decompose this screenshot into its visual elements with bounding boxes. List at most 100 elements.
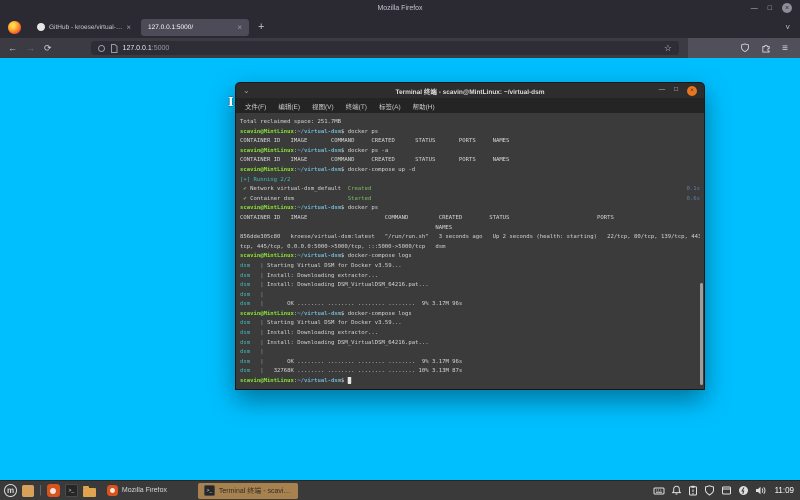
terminal-line: dsm | Starting Virtual DSM for Docker v3… bbox=[240, 320, 402, 327]
ibeam-mouse-cursor: I bbox=[228, 95, 234, 109]
terminal-line: dsm | bbox=[240, 291, 264, 298]
files-launcher-icon[interactable] bbox=[82, 485, 96, 497]
terminal-line: scavin@MintLinux:~/virtual-dsm$ docker p… bbox=[240, 205, 379, 212]
menu-terminal[interactable]: 终端(T) bbox=[346, 101, 367, 111]
terminal-line: ✔ Container dsm Started 0.6s bbox=[240, 195, 700, 202]
page-icon bbox=[110, 43, 118, 53]
terminal-titlebar[interactable]: ⌄ Terminal 终端 - scavin@MintLinux: ~/virt… bbox=[236, 83, 704, 98]
maximize-button[interactable]: □ bbox=[674, 87, 678, 94]
terminal-line: dsm | Install: Downloading extractor... bbox=[240, 272, 379, 279]
url-port: :5000 bbox=[151, 44, 170, 52]
menu-icon[interactable]: ≡ bbox=[782, 43, 788, 54]
tab-label: GitHub - kroese/virtual-dsm bbox=[49, 23, 123, 31]
url-host: 127.0.0.1 bbox=[122, 44, 152, 52]
terminal-line: dsm | Install: Downloading extractor... bbox=[240, 330, 379, 337]
volume-speaker-icon[interactable] bbox=[755, 485, 767, 496]
url-bar[interactable]: 127.0.0.1:5000 ☆ bbox=[90, 41, 679, 55]
taskbar-separator: | bbox=[39, 484, 42, 496]
menu-help[interactable]: 帮助(H) bbox=[413, 101, 435, 111]
terminal-menu-bar: 文件(F) 编辑(E) 视图(V) 终端(T) 标签(A) 帮助(H) bbox=[236, 98, 704, 113]
forward-icon[interactable]: → bbox=[26, 43, 35, 53]
taskbar-window-firefox[interactable]: Mozilla Firefox bbox=[101, 483, 193, 499]
terminal-line: dsm | Install: Downloading DSM_VirtualDS… bbox=[240, 339, 429, 346]
keyboard-input-icon[interactable] bbox=[653, 485, 665, 496]
firefox-logo-icon bbox=[8, 20, 21, 34]
tab-label: 127.0.0.1:5000/ bbox=[148, 23, 194, 31]
terminal-line: dsm | OK ........ ........ ........ ....… bbox=[240, 358, 463, 365]
terminal-window[interactable]: ⌄ Terminal 终端 - scavin@MintLinux: ~/virt… bbox=[235, 82, 705, 390]
desktop-screen: Mozilla Firefox — □ × GitHub - kroese/vi… bbox=[0, 0, 800, 500]
maximize-button[interactable]: □ bbox=[768, 5, 772, 12]
update-clipboard-icon[interactable] bbox=[688, 485, 698, 496]
terminal-scrollbar[interactable] bbox=[700, 283, 703, 385]
terminal-line: 856dde305c80 kroese/virtual-dsm:latest "… bbox=[240, 234, 700, 241]
terminal-line: dsm | Install: Downloading DSM_VirtualDS… bbox=[240, 282, 429, 289]
tab-localhost[interactable]: 127.0.0.1:5000/ × bbox=[141, 18, 249, 36]
terminal-line: dsm | bbox=[240, 349, 264, 356]
firefox-launcher-icon[interactable] bbox=[46, 484, 60, 497]
menu-edit[interactable]: 编辑(E) bbox=[278, 101, 300, 111]
terminal-window-icon: >_ bbox=[203, 485, 215, 496]
terminal-window-title: Terminal 终端 - scavin@MintLinux: ~/virtua… bbox=[395, 88, 545, 96]
taskbar-window-label: Mozilla Firefox bbox=[121, 487, 167, 494]
url-text[interactable]: 127.0.0.1:5000 bbox=[123, 45, 170, 52]
bookmark-star-icon[interactable]: ☆ bbox=[664, 43, 672, 54]
menu-tabs[interactable]: 标签(A) bbox=[379, 101, 401, 111]
new-tab-button[interactable]: + bbox=[258, 21, 264, 33]
desktop-area: ⌄ Terminal 终端 - scavin@MintLinux: ~/virt… bbox=[0, 58, 800, 480]
taskbar-window-terminal[interactable]: >_ Terminal 终端 - scavin@Mi... bbox=[197, 482, 298, 499]
reload-icon[interactable]: ⟳ bbox=[44, 43, 52, 53]
terminal-line: CONTAINER ID IMAGE COMMAND CREATED STATU… bbox=[240, 157, 510, 164]
show-desktop-button[interactable] bbox=[22, 484, 34, 497]
terminal-output[interactable]: Total reclaimed space: 251.7MB scavin@Min… bbox=[236, 113, 704, 389]
back-icon[interactable]: ← bbox=[8, 43, 17, 53]
close-button[interactable]: × bbox=[687, 85, 697, 96]
terminal-launcher-icon[interactable]: >_ bbox=[64, 484, 78, 497]
minimize-button[interactable]: — bbox=[751, 5, 758, 12]
firefox-window-controls: — □ × bbox=[751, 0, 792, 16]
terminal-window-controls: — □ × bbox=[659, 85, 697, 96]
terminal-line: scavin@MintLinux:~/virtual-dsm$ docker-c… bbox=[240, 166, 416, 173]
firewall-shield-icon[interactable] bbox=[704, 485, 715, 496]
minimize-button[interactable]: — bbox=[659, 87, 666, 94]
power-battery-icon[interactable] bbox=[738, 485, 749, 496]
terminal-line: CONTAINER ID IMAGE COMMAND CREATED STATU… bbox=[240, 138, 510, 145]
firefox-nav-bar: ← → ⟳ 127.0.0.1:5000 ☆ ≡ bbox=[0, 38, 800, 58]
extension-puzzle-icon[interactable] bbox=[761, 43, 771, 53]
terminal-line: Total reclaimed space: 251.7MB bbox=[240, 119, 342, 125]
taskbar-window-label: Terminal 终端 - scavin@Mi... bbox=[218, 487, 292, 495]
tab-close-icon[interactable]: × bbox=[126, 23, 131, 32]
notifications-bell-icon[interactable] bbox=[671, 485, 682, 496]
terminal-line: tcp, 445/tcp, 0.0.0.0:5000->5000/tcp, ::… bbox=[240, 243, 446, 250]
shield-icon[interactable] bbox=[740, 43, 750, 53]
terminal-line: dsm | Starting Virtual DSM for Docker v3… bbox=[240, 262, 402, 269]
terminal-line: scavin@MintLinux:~/virtual-dsm$ █ bbox=[240, 378, 352, 385]
terminal-line: [+] Running 2/2 bbox=[240, 176, 291, 183]
system-tray: 11:09 bbox=[653, 485, 796, 496]
github-favicon-icon bbox=[37, 23, 45, 31]
terminal-line: scavin@MintLinux:~/virtual-dsm$ docker p… bbox=[240, 128, 379, 135]
terminal-line: scavin@MintLinux:~/virtual-dsm$ docker p… bbox=[240, 147, 389, 154]
terminal-line: CONTAINER ID IMAGE COMMAND CREATED STATU… bbox=[240, 214, 614, 221]
menu-view[interactable]: 视图(V) bbox=[312, 101, 334, 111]
firefox-window-title: Mozilla Firefox bbox=[377, 4, 423, 12]
terminal-line: dsm | 32768K ........ ........ ........ … bbox=[240, 368, 463, 375]
terminal-line: dsm | OK ........ ........ ........ ....… bbox=[240, 301, 463, 308]
firefox-window-icon bbox=[106, 485, 118, 496]
terminal-line: scavin@MintLinux:~/virtual-dsm$ docker-c… bbox=[240, 310, 412, 317]
window-menu-chevron-icon[interactable]: ⌄ bbox=[243, 86, 250, 95]
terminal-line: NAMES bbox=[240, 224, 453, 231]
search-icon bbox=[97, 44, 105, 52]
firefox-titlebar: Mozilla Firefox — □ × bbox=[0, 0, 800, 16]
window-display-icon[interactable] bbox=[721, 485, 732, 496]
firefox-window: Mozilla Firefox — □ × GitHub - kroese/vi… bbox=[0, 0, 800, 58]
firefox-tab-bar: GitHub - kroese/virtual-dsm × 127.0.0.1:… bbox=[0, 16, 800, 38]
taskbar-clock[interactable]: 11:09 bbox=[775, 486, 794, 495]
mint-menu-button[interactable]: m bbox=[4, 484, 17, 497]
tab-close-icon[interactable]: × bbox=[237, 23, 242, 32]
tab-overflow-chevron-icon[interactable]: ˅ bbox=[785, 23, 794, 32]
terminal-line: ✔ Network virtual-dsm_default Created 0.1… bbox=[240, 186, 700, 193]
close-button[interactable]: × bbox=[782, 3, 792, 13]
tab-github[interactable]: GitHub - kroese/virtual-dsm × bbox=[30, 19, 138, 36]
menu-file[interactable]: 文件(F) bbox=[245, 101, 266, 111]
